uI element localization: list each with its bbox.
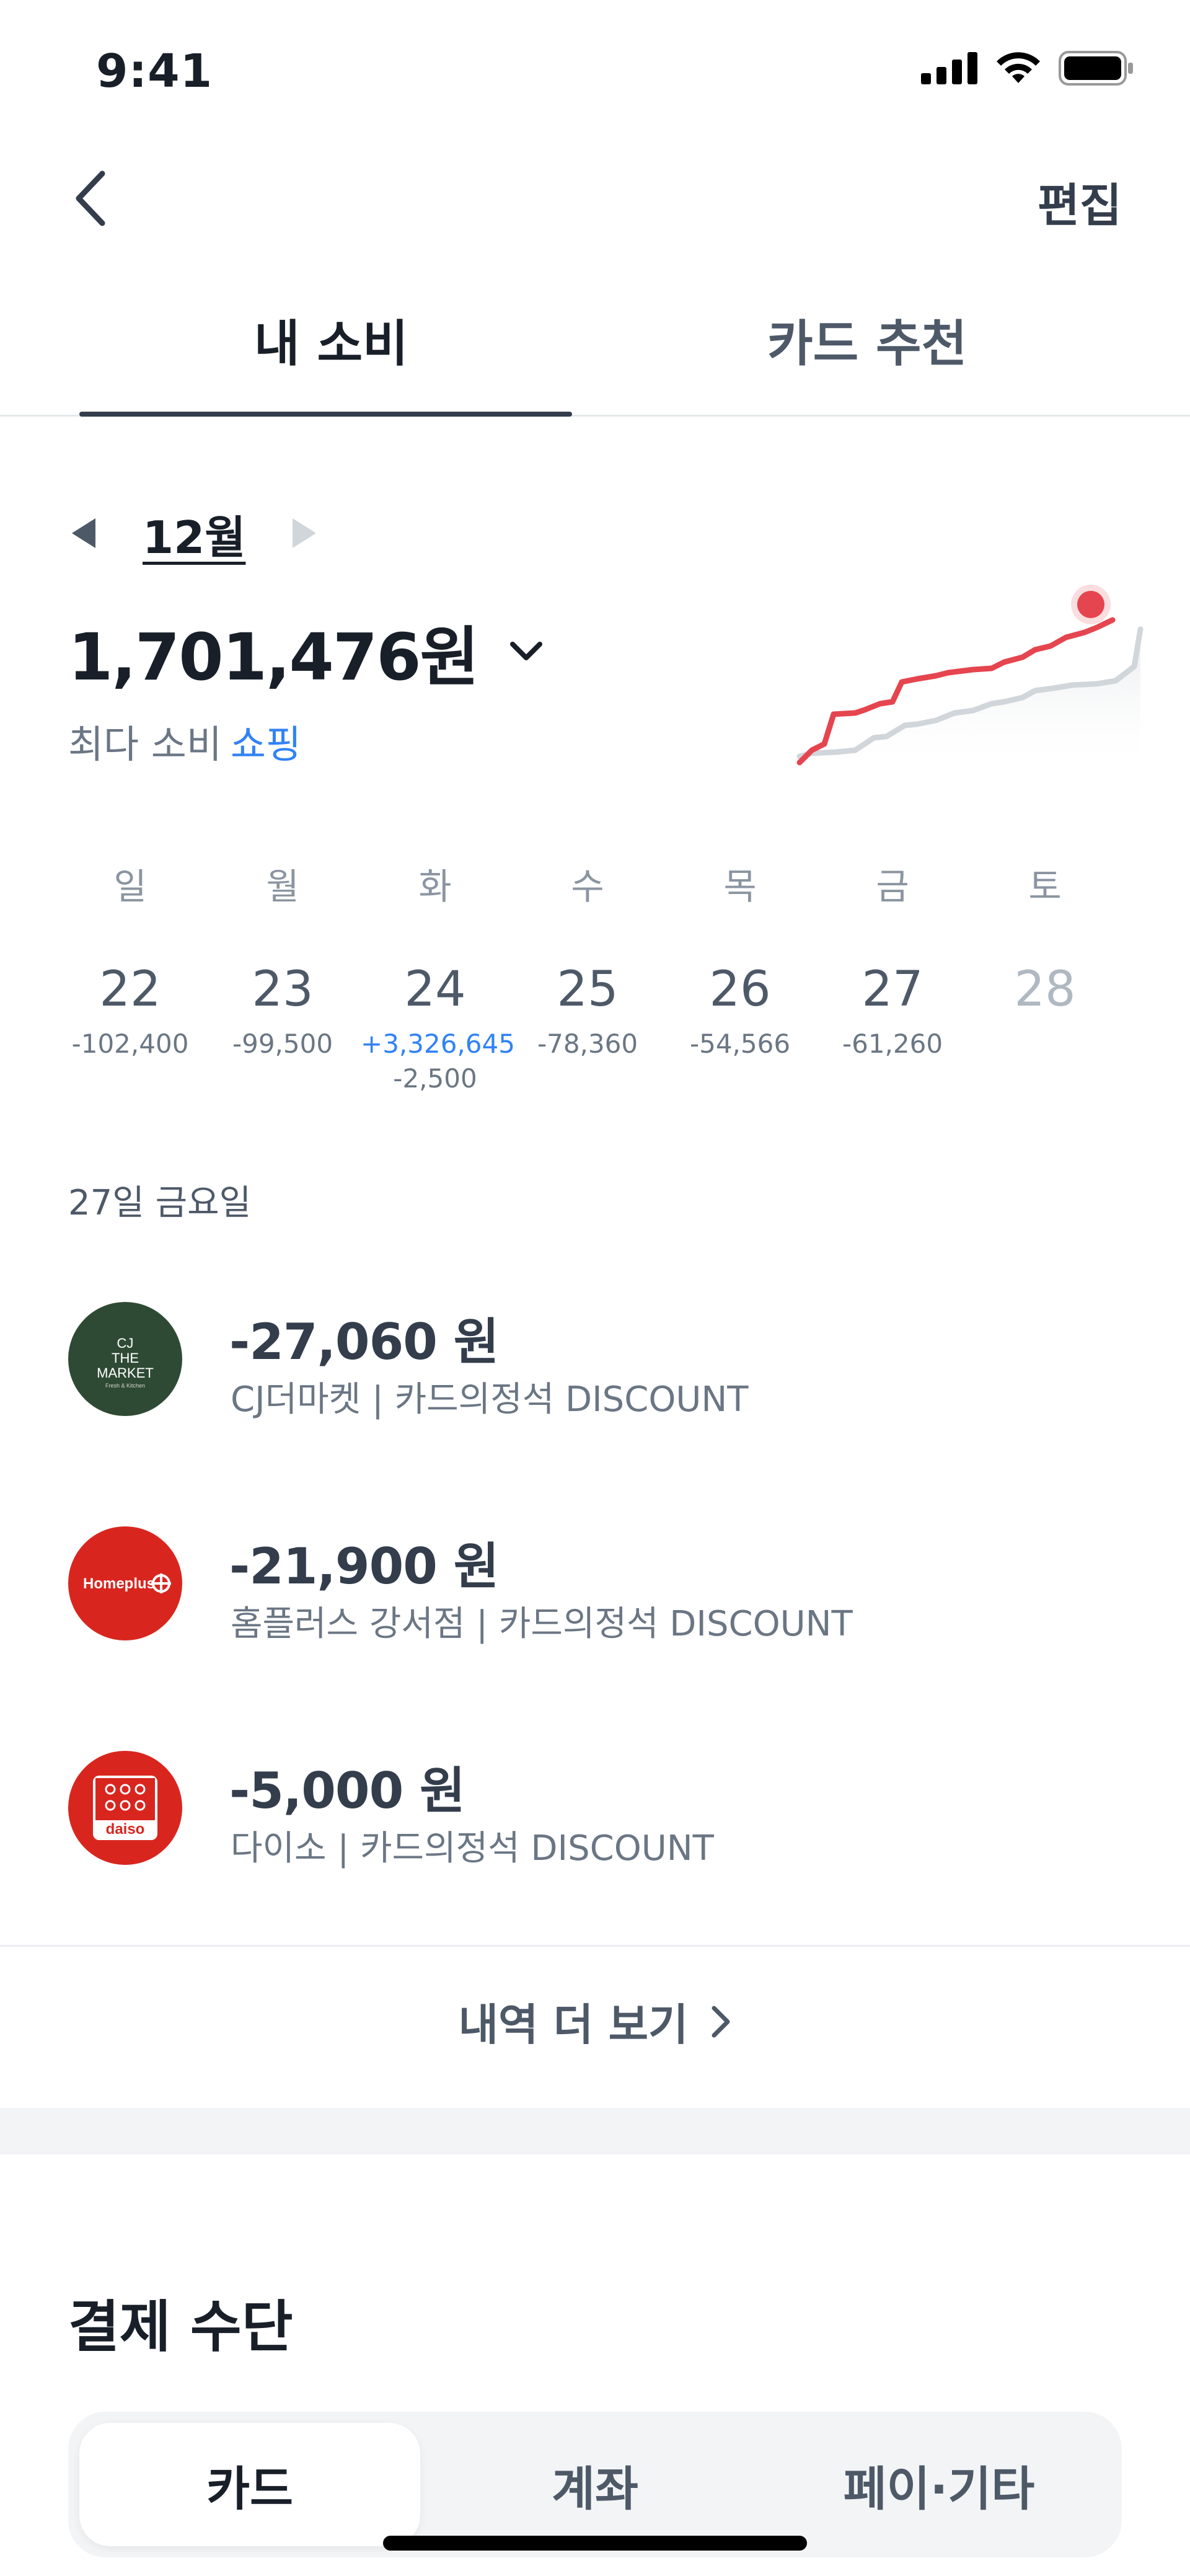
- section-separator: [0, 2108, 1190, 2154]
- day-name: 금: [876, 865, 909, 908]
- day-name: 토: [1028, 865, 1062, 908]
- day-date: 22: [99, 962, 161, 1017]
- most-spent-label: 최다 소비: [68, 722, 222, 767]
- day-name: 월: [266, 865, 299, 908]
- cj-the-market-logo: CJ THE MARKET Fresh & Kitchen: [68, 1302, 182, 1416]
- status-time: 9:41: [96, 45, 213, 98]
- day-name: 화: [418, 865, 452, 908]
- chevron-right-icon: [712, 2006, 730, 2037]
- transaction-item[interactable]: Homeplus -21,900 원 홈플러스 강서점 | 카드의정석 DISC…: [68, 1526, 1134, 1644]
- tab-indicator: [79, 412, 572, 417]
- month-label[interactable]: 12월: [143, 501, 245, 566]
- chevron-left-icon: [76, 170, 105, 226]
- next-month-icon[interactable]: [289, 516, 320, 551]
- svg-text:THE: THE: [112, 1350, 139, 1366]
- day-income: +3,326,645: [361, 1029, 515, 1059]
- day-amount: -99,500: [232, 1029, 333, 1059]
- day-fri[interactable]: 금 27 -61,260: [818, 862, 967, 1061]
- svg-text:MARKET: MARKET: [97, 1365, 154, 1381]
- spending-trend-chart: [796, 585, 1144, 775]
- transaction-item[interactable]: daiso -5,000 원 다이소 | 카드의정석 DISCOUNT: [68, 1751, 1134, 1869]
- day-date: 24: [404, 962, 466, 1017]
- day-amount: -54,566: [689, 1029, 791, 1059]
- day-date-selected: 27: [818, 949, 967, 1027]
- tab-card-recommendation[interactable]: 카드 추천: [767, 304, 967, 376]
- total-amount: 1,701,476원: [68, 619, 479, 695]
- nav-header: 편집: [0, 143, 1190, 254]
- battery-icon: [1059, 51, 1133, 86]
- transaction-amount: -21,900 원: [229, 1538, 499, 1595]
- svg-text:daiso: daiso: [106, 1821, 145, 1838]
- day-name: 일: [113, 865, 147, 908]
- transaction-description: 홈플러스 강서점 | 카드의정석 DISCOUNT: [231, 1604, 853, 1644]
- tab-bar: 내 소비 카드 추천: [0, 291, 1190, 417]
- transaction-amount: -27,060 원: [229, 1313, 499, 1371]
- prev-month-icon[interactable]: [68, 516, 99, 551]
- transaction-item[interactable]: CJ THE MARKET Fresh & Kitchen -27,060 원 …: [68, 1302, 1134, 1420]
- divider: [0, 1945, 1190, 1947]
- day-wed[interactable]: 수 25 -78,360: [513, 862, 662, 1061]
- daiso-logo: daiso: [68, 1751, 182, 1865]
- segment-account[interactable]: 계좌: [425, 2423, 765, 2546]
- tab-my-spending[interactable]: 내 소비: [254, 304, 408, 376]
- status-bar: 9:41: [0, 0, 1190, 143]
- day-amount: -2,500: [393, 1063, 477, 1094]
- day-name: 목: [723, 865, 757, 908]
- home-indicator[interactable]: [383, 2536, 807, 2551]
- selected-date-label: 27일 금요일: [68, 1183, 252, 1223]
- total-spending[interactable]: 1,701,476원: [68, 604, 544, 698]
- day-amount: -61,260: [842, 1029, 943, 1059]
- most-spent-category[interactable]: 쇼핑: [231, 722, 301, 767]
- current-point-dot: [1077, 591, 1104, 618]
- transaction-description: CJ더마켓 | 카드의정석 DISCOUNT: [231, 1379, 749, 1420]
- day-amount: -78,360: [537, 1029, 638, 1059]
- view-more-label: 내역 더 보기: [458, 1999, 689, 2050]
- most-spent-row: 최다 소비 쇼핑: [68, 713, 301, 769]
- wifi-icon: [997, 52, 1040, 83]
- day-tue[interactable]: 화 24 +3,326,645 -2,500: [361, 862, 515, 1096]
- day-mon[interactable]: 월 23 -99,500: [208, 862, 357, 1061]
- status-icons: [921, 51, 1134, 86]
- day-thu[interactable]: 목 26 -54,566: [666, 862, 814, 1061]
- svg-text:CJ: CJ: [117, 1335, 134, 1351]
- chevron-down-icon: [510, 641, 543, 660]
- svg-text:Fresh & Kitchen: Fresh & Kitchen: [105, 1383, 145, 1389]
- transaction-amount: -5,000 원: [229, 1762, 465, 1820]
- homeplus-logo: Homeplus: [68, 1526, 182, 1640]
- month-selector: 12월: [68, 502, 320, 564]
- view-more-button[interactable]: 내역 더 보기: [0, 1990, 1190, 2053]
- day-date: 23: [252, 962, 314, 1017]
- segment-pay-other[interactable]: 페이·기타: [769, 2423, 1109, 2546]
- day-date: 25: [557, 962, 619, 1017]
- payment-method-title: 결제 수단: [68, 2295, 293, 2360]
- day-name: 수: [571, 865, 604, 908]
- svg-text:Homeplus: Homeplus: [83, 1575, 155, 1592]
- day-amount: -102,400: [71, 1029, 189, 1059]
- edit-button[interactable]: 편집: [1038, 169, 1122, 235]
- day-sat[interactable]: 토 28: [971, 862, 1119, 1027]
- cellular-signal-icon: [921, 52, 977, 84]
- day-date: 28: [1014, 962, 1076, 1017]
- back-button[interactable]: [59, 167, 121, 229]
- day-sun[interactable]: 일 22 -102,400: [56, 862, 205, 1061]
- segment-card[interactable]: 카드: [79, 2423, 420, 2546]
- day-date: 26: [709, 962, 771, 1017]
- transaction-description: 다이소 | 카드의정석 DISCOUNT: [231, 1828, 714, 1869]
